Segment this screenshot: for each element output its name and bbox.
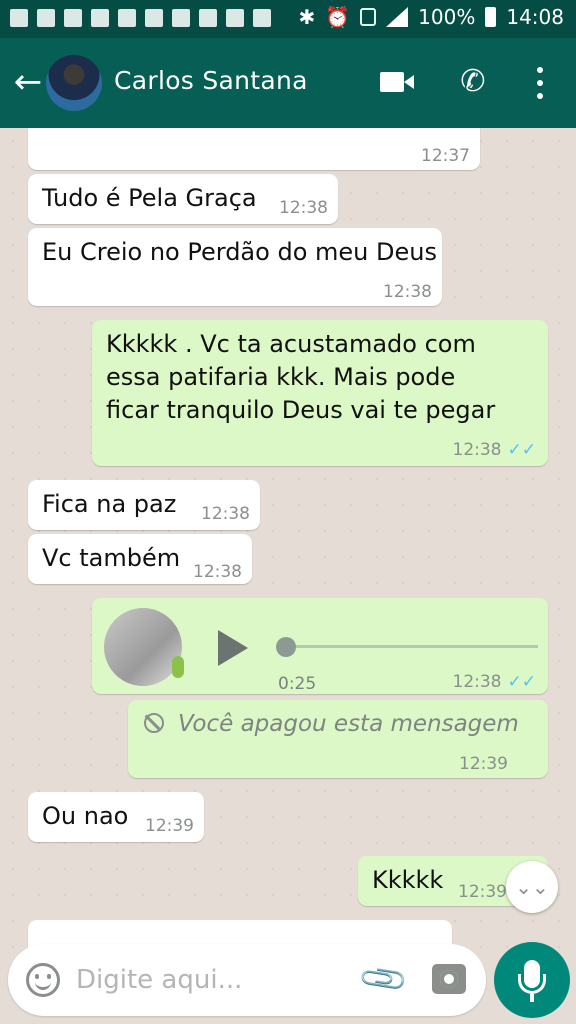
alarm-icon: ⏰ <box>325 5 351 29</box>
more-options-icon[interactable] <box>528 64 552 102</box>
app-icon <box>172 9 190 27</box>
message-input[interactable] <box>76 960 346 1000</box>
message-text: Eu Creio no Perdão do meu Deus <box>42 238 437 266</box>
microphone-icon <box>172 656 184 678</box>
emoji-icon[interactable] <box>26 963 60 997</box>
message-outgoing[interactable]: Kkkkk . Vc ta acustamado com essa patifa… <box>92 320 548 466</box>
deleted-block-icon <box>144 713 164 733</box>
play-icon[interactable] <box>218 630 248 666</box>
notification-icons <box>10 9 271 27</box>
newspaper-icon <box>145 9 163 27</box>
video-call-icon[interactable] <box>380 72 414 92</box>
chat-header: ← Carlos Santana ✆ <box>0 38 576 128</box>
message-list[interactable]: 12:37 Tudo é Pela Graça 12:38 Eu Creio n… <box>0 128 576 948</box>
message-time: 12:39 <box>145 816 194 836</box>
bluetooth-icon: ✱ <box>298 5 316 29</box>
deleted-message-text: Você apagou esta mensagem <box>178 711 519 737</box>
message-time: 12:38 <box>279 198 328 218</box>
message-time: 12:38 <box>383 282 432 302</box>
system-status: ✱ ⏰ 100% 14:08 <box>299 5 565 29</box>
voice-record-button[interactable] <box>494 942 570 1018</box>
contact-name[interactable]: Carlos Santana <box>114 66 308 95</box>
contact-avatar[interactable] <box>46 55 102 111</box>
message-text: Ou nao <box>42 802 129 830</box>
clock: 14:08 <box>506 5 564 29</box>
network-h-icon <box>360 8 377 26</box>
message-text: Vc também <box>42 544 181 572</box>
message-text: Fica na paz <box>42 490 177 518</box>
facebook-icon <box>10 9 28 27</box>
message-incoming[interactable]: Ou nao 12:39 <box>28 792 204 842</box>
message-text: Tudo é Pela Graça <box>42 184 257 212</box>
message-text-line: ficar tranquilo Deus vai te pegar <box>106 396 496 424</box>
camera-icon[interactable] <box>432 964 466 994</box>
image-icon <box>64 9 82 27</box>
message-time: 12:37 <box>421 146 470 166</box>
attach-paperclip-icon[interactable]: 📎 <box>355 951 411 1007</box>
message-time: 12:38 <box>201 504 250 524</box>
message-incoming[interactable]: Eu Creio no Perdão do meu Deus 12:38 <box>28 228 442 306</box>
message-time: 12:39 <box>459 754 508 774</box>
message-time: 12:39 <box>458 882 507 902</box>
mail-icon <box>37 9 55 27</box>
phone-call-icon[interactable]: ✆ <box>456 64 490 100</box>
tools-icon <box>118 9 136 27</box>
message-incoming[interactable]: Fica na paz 12:38 <box>28 480 260 530</box>
gmail-icon <box>226 9 244 27</box>
microphone-foot <box>530 994 534 1002</box>
message-text-line: essa patifaria kkk. Mais pode <box>106 363 456 391</box>
message-text: Kkkkk <box>372 866 444 894</box>
message-text-line: Kkkkk . Vc ta acustamado com <box>106 330 476 358</box>
battery-level: 100% <box>418 5 476 29</box>
audio-progress-track[interactable] <box>278 645 538 648</box>
message-time: 12:38 ✓✓ <box>453 666 537 699</box>
message-time: 12:38 <box>193 562 242 582</box>
voicemail-icon <box>253 9 271 27</box>
signal-icon <box>386 7 409 27</box>
notification-100-icon <box>91 9 109 27</box>
voice-sender-avatar <box>104 608 182 686</box>
deleted-message[interactable]: Você apagou esta mensagem 12:39 <box>128 700 548 778</box>
audio-duration: 0:25 <box>278 674 317 694</box>
voice-message[interactable]: 0:25 12:38 ✓✓ <box>92 598 548 694</box>
scroll-down-button[interactable]: ⌄⌄ <box>506 861 558 913</box>
read-ticks-icon: ✓✓ <box>507 672 537 692</box>
message-time-value: 12:38 <box>452 672 502 692</box>
message-incoming[interactable]: 12:37 <box>28 128 480 170</box>
message-incoming[interactable]: Tudo é Pela Graça 12:38 <box>28 174 338 224</box>
message-incoming[interactable]: Vc também 12:38 <box>28 534 252 584</box>
microphone-stand <box>518 974 546 994</box>
read-ticks-icon: ✓✓ <box>507 440 537 460</box>
status-bar: ✱ ⏰ 100% 14:08 <box>0 0 576 38</box>
message-time-value: 12:38 <box>452 440 502 460</box>
message-time: 12:38 ✓✓ <box>453 434 537 467</box>
audio-seek-handle[interactable] <box>276 637 296 657</box>
battery-icon <box>485 7 497 27</box>
back-arrow-icon[interactable]: ← <box>8 60 48 104</box>
app-icon <box>199 9 217 27</box>
message-composer: 📎 <box>8 944 486 1016</box>
